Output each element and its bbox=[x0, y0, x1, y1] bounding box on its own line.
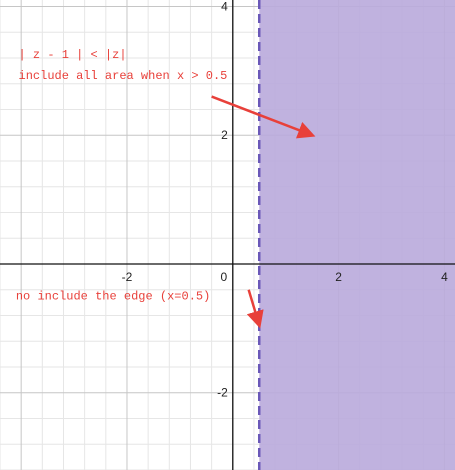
x-tick-label: -2 bbox=[122, 270, 133, 284]
annotation-text: | z - 1 | < |z| bbox=[19, 48, 127, 62]
y-tick-label: 4 bbox=[221, 0, 228, 13]
annotation-text: no include the edge (x=0.5) bbox=[16, 289, 210, 303]
annotation-text: include all area when x > 0.5 bbox=[19, 69, 228, 83]
x-tick-label: 2 bbox=[335, 270, 342, 284]
x-tick-label: 0 bbox=[220, 270, 227, 284]
graph-canvas: -2 0 2 4 4 2 -2 | z - 1 | < |z| include all are… bbox=[0, 0, 455, 470]
solution-region bbox=[259, 0, 455, 470]
y-tick-label: 2 bbox=[221, 128, 228, 142]
y-tick-label: -2 bbox=[217, 386, 228, 400]
x-tick-label: 4 bbox=[441, 270, 448, 284]
